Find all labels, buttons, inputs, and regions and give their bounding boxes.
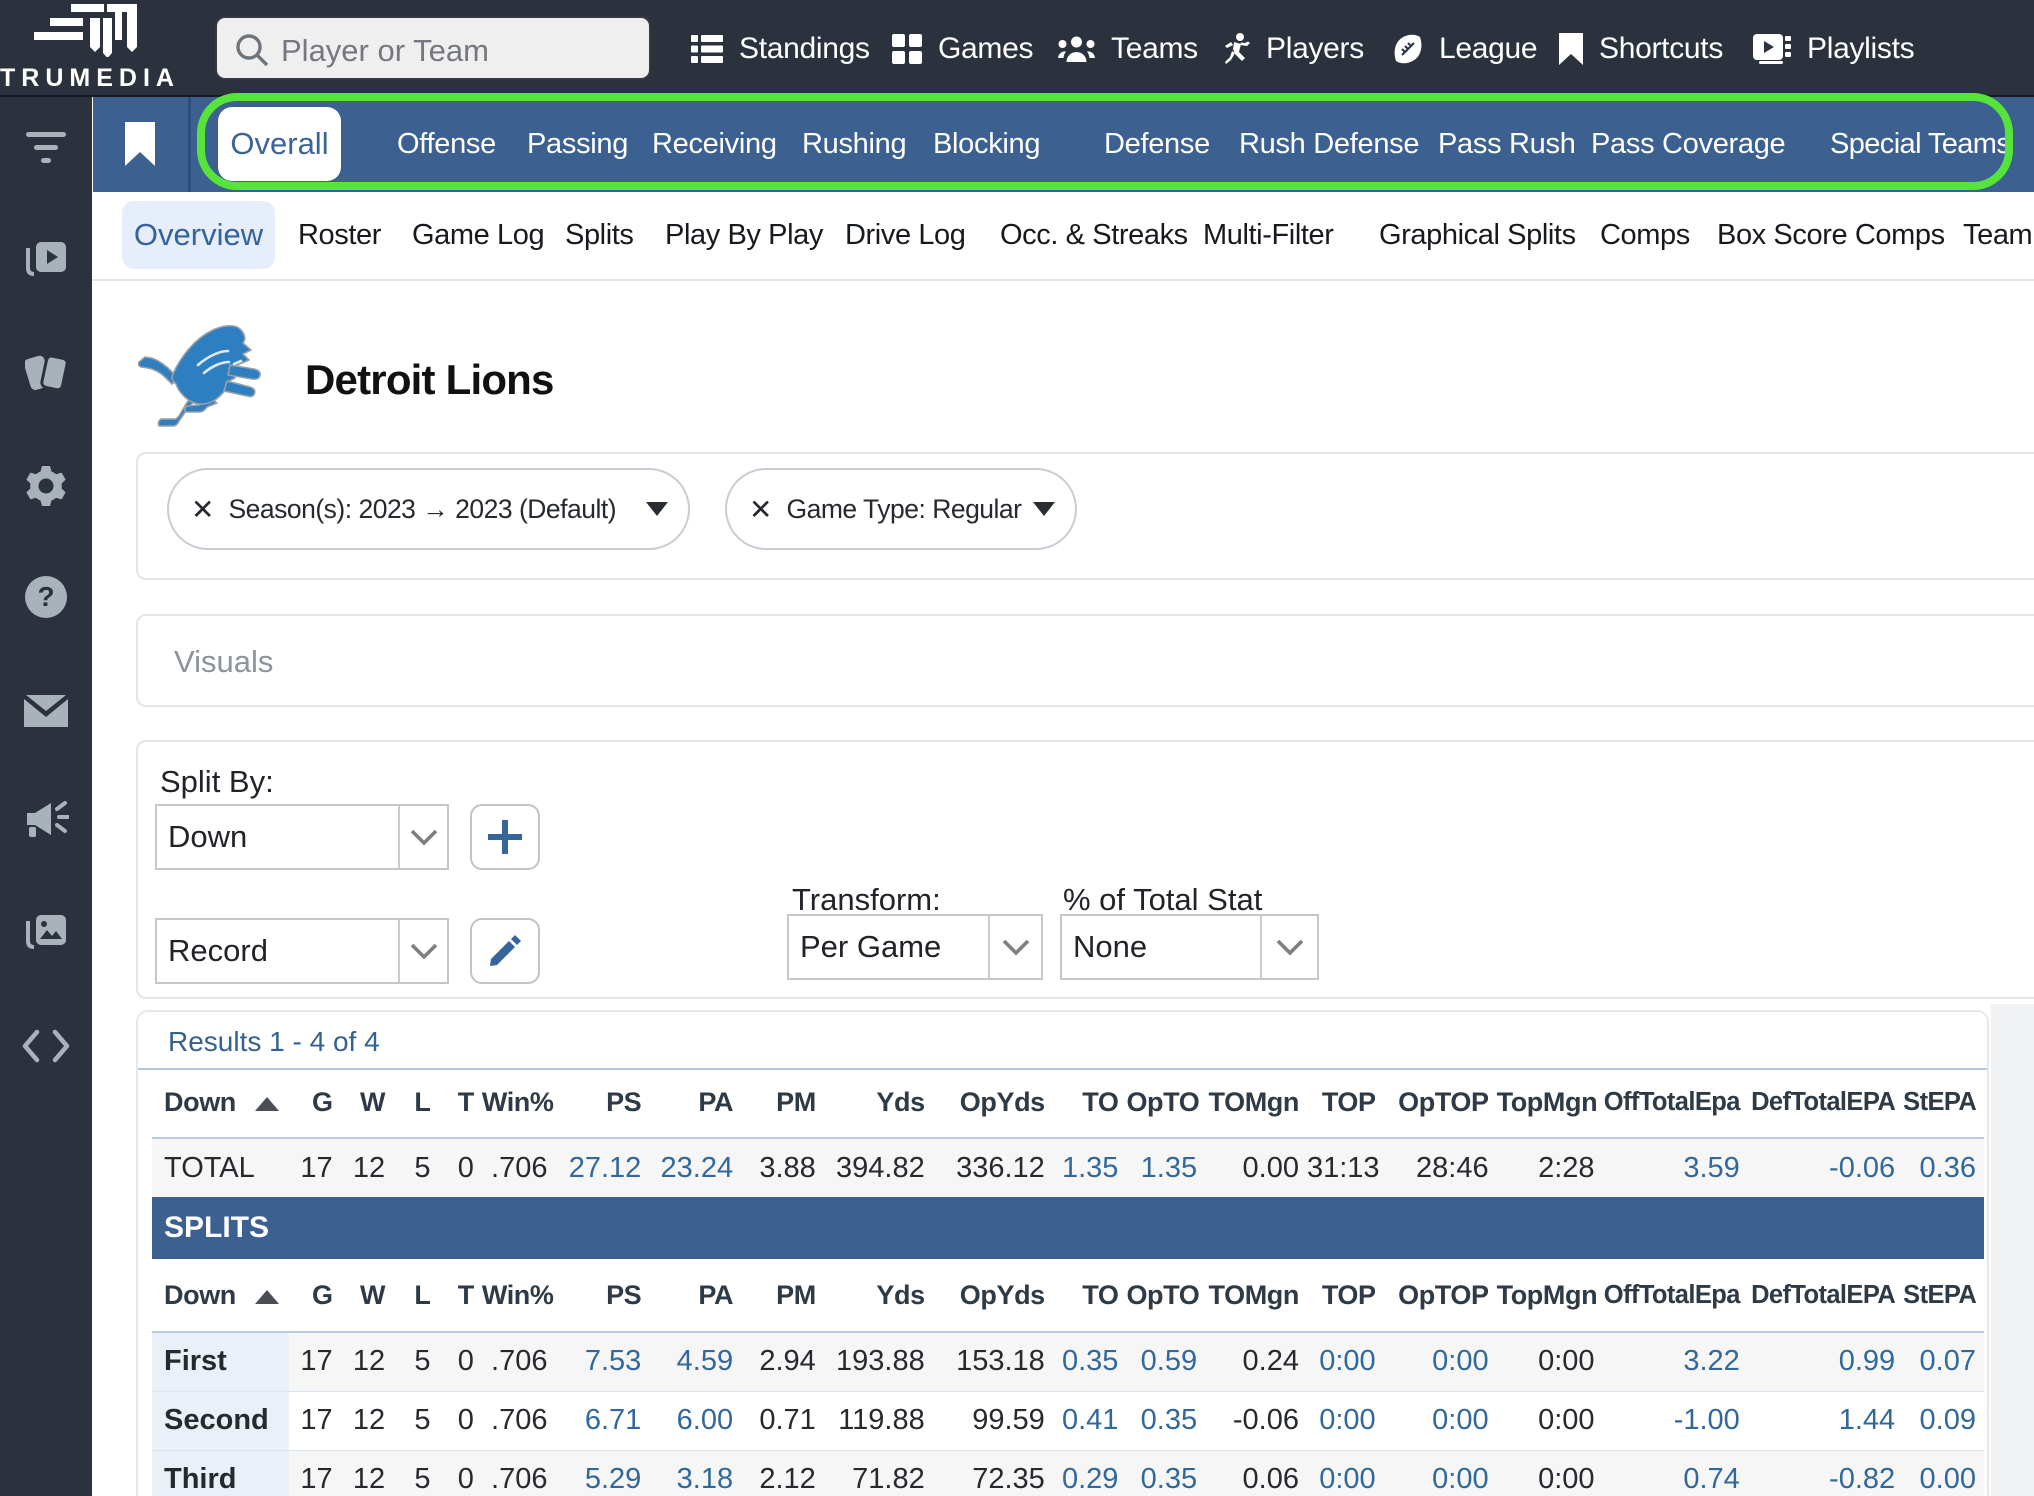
svg-text:?: ? — [37, 581, 54, 612]
